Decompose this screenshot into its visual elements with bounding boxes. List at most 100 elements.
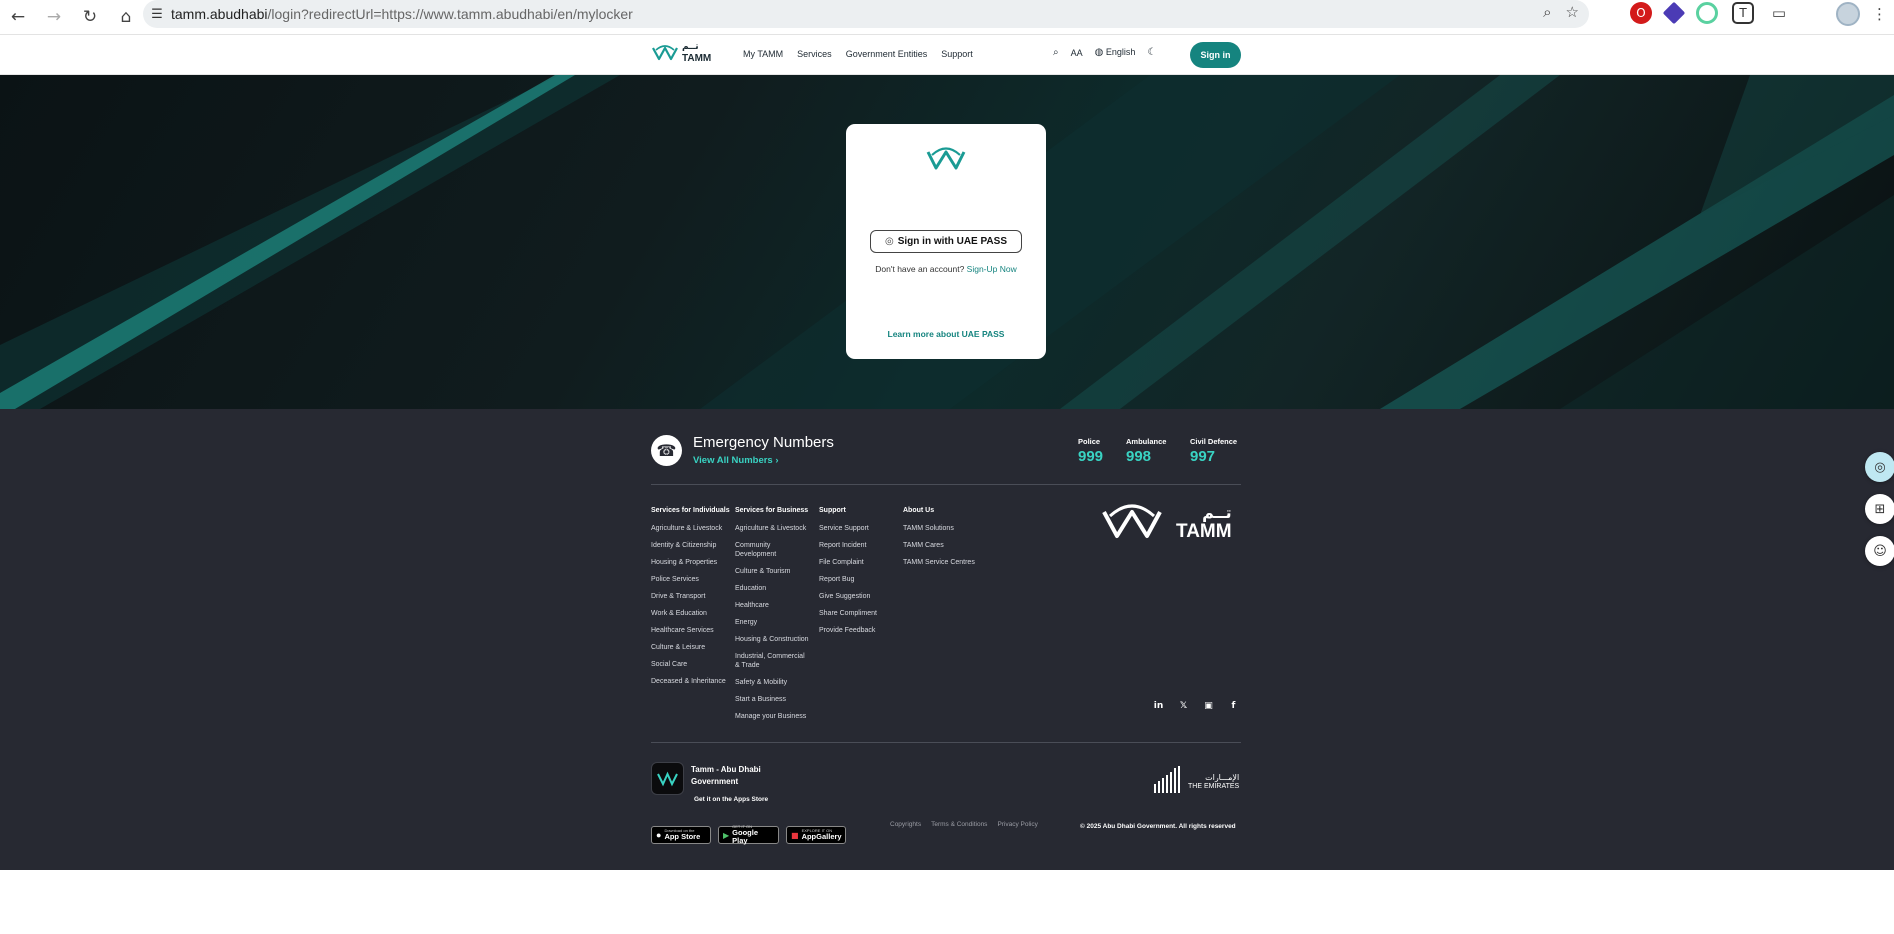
footer-col-individuals: Services for Individuals Agriculture & L… bbox=[651, 507, 731, 694]
app-store-badge[interactable]: ● Download on the App Store bbox=[651, 826, 711, 844]
footer-link[interactable]: Energy bbox=[735, 618, 810, 627]
footer-link[interactable]: Culture & Tourism bbox=[735, 567, 810, 576]
extension-t-icon[interactable]: T bbox=[1732, 2, 1754, 24]
footer-logo-word: TAMM bbox=[1176, 521, 1232, 542]
tamm-logo-icon[interactable] bbox=[651, 44, 679, 62]
footer-link[interactable]: Share Compliment bbox=[819, 609, 899, 618]
store-badges: ● Download on the App Store ▶ GET IT ON Go… bbox=[651, 825, 846, 845]
x-twitter-icon[interactable]: 𝕏 bbox=[1177, 699, 1190, 712]
text-size-toggle[interactable]: AA bbox=[1071, 48, 1083, 58]
terms-link[interactable]: Terms & Conditions bbox=[931, 821, 987, 828]
footer-link[interactable]: Safety & Mobility bbox=[735, 678, 810, 687]
footer-link[interactable]: Healthcare bbox=[735, 601, 810, 610]
footer-link[interactable]: TAMM Solutions bbox=[903, 524, 993, 533]
home-icon[interactable]: ⌂ bbox=[108, 2, 144, 32]
back-icon[interactable]: ← bbox=[0, 2, 36, 32]
extensions-puzzle-icon[interactable]: ▭ bbox=[1768, 2, 1790, 24]
footer-link[interactable]: Education bbox=[735, 584, 810, 593]
footer-link[interactable]: Manage your Business bbox=[735, 712, 810, 721]
zoom-icon[interactable]: ⌕ bbox=[1543, 3, 1551, 21]
footer-divider bbox=[651, 484, 1241, 485]
footer-link[interactable]: Social Care bbox=[651, 660, 731, 669]
footer-link[interactable]: File Complaint bbox=[819, 558, 899, 567]
uae-pass-signin-button[interactable]: ◎ Sign in with UAE PASS bbox=[870, 230, 1022, 253]
footer-link[interactable]: TAMM Service Centres bbox=[903, 558, 993, 567]
language-label: English bbox=[1105, 47, 1136, 57]
apps-grid-icon[interactable]: ⊞ bbox=[1865, 494, 1894, 524]
emergency-label: Police bbox=[1078, 437, 1101, 446]
browser-toolbar: ← → ↻ ⌂ ☰ tamm.abudhabi/login?redirectUr… bbox=[0, 0, 1894, 35]
footer-link[interactable]: Housing & Properties bbox=[651, 558, 731, 567]
footer-link[interactable]: TAMM Cares bbox=[903, 541, 993, 550]
language-switch[interactable]: ◍ English bbox=[1095, 47, 1136, 58]
nav-government-entities[interactable]: Government Entities bbox=[846, 49, 928, 59]
no-account-text: Don't have an account? bbox=[875, 264, 965, 274]
the-emirates-text: الإمـــارات THE EMIRATES bbox=[1188, 773, 1239, 791]
hero-background: ◎ Sign in with UAE PASS Don't have an ac… bbox=[0, 75, 1894, 409]
browser-menu-icon[interactable]: ⋮ bbox=[1872, 5, 1887, 23]
footer-link[interactable]: Housing & Construction bbox=[735, 635, 810, 644]
footer-link[interactable]: Healthcare Services bbox=[651, 626, 731, 635]
facebook-icon[interactable]: f bbox=[1227, 699, 1240, 712]
site-settings-icon[interactable]: ☰ bbox=[143, 7, 171, 22]
sign-up-link[interactable]: Sign-Up Now bbox=[967, 264, 1017, 274]
nav-services[interactable]: Services bbox=[797, 49, 832, 59]
tamm-footer-logo-text: تــم TAMM bbox=[1176, 504, 1232, 542]
emergency-number: 998 bbox=[1126, 448, 1152, 465]
tamm-logo-text[interactable]: تــم TAMM bbox=[682, 42, 711, 64]
profile-avatar[interactable] bbox=[1836, 2, 1860, 26]
footer-link[interactable]: Provide Feedback bbox=[819, 626, 899, 635]
footer-link[interactable]: Start a Business bbox=[735, 695, 810, 704]
footer-link[interactable]: Deceased & Inheritance bbox=[651, 677, 731, 686]
footer-link[interactable]: Community Development bbox=[735, 541, 810, 559]
dark-mode-icon[interactable]: ☾ bbox=[1147, 47, 1156, 58]
app-gallery-badge[interactable]: ■ EXPLORE IT ON AppGallery bbox=[786, 826, 846, 844]
linkedin-icon[interactable]: in bbox=[1152, 699, 1165, 712]
footer-link[interactable]: Drive & Transport bbox=[651, 592, 731, 601]
extension-ring-icon[interactable] bbox=[1696, 2, 1718, 24]
footer-link[interactable]: Agriculture & Livestock bbox=[735, 524, 810, 533]
footer-link[interactable]: Service Support bbox=[819, 524, 899, 533]
emergency-police[interactable]: Police 999 bbox=[1078, 437, 1103, 465]
privacy-policy-link[interactable]: Privacy Policy bbox=[997, 821, 1037, 828]
feedback-smiley-icon[interactable]: ☺ bbox=[1865, 536, 1894, 566]
reload-icon[interactable]: ↻ bbox=[72, 2, 108, 32]
emirates-english: THE EMIRATES bbox=[1188, 783, 1240, 790]
footer-link[interactable]: Give Suggestion bbox=[819, 592, 899, 601]
footer-link[interactable]: Industrial, Commercial & Trade bbox=[735, 652, 810, 670]
forward-icon[interactable]: → bbox=[36, 2, 72, 32]
huawei-icon: ■ bbox=[791, 830, 799, 840]
instagram-icon[interactable]: ▣ bbox=[1202, 699, 1215, 712]
search-icon[interactable]: ⌕ bbox=[1053, 47, 1059, 58]
footer-link[interactable]: Report Bug bbox=[819, 575, 899, 584]
url-path: /login?redirectUrl=https://www.tamm.abud… bbox=[267, 6, 633, 22]
bookmark-star-icon[interactable]: ☆ bbox=[1566, 3, 1579, 21]
footer-link[interactable]: Culture & Leisure bbox=[651, 643, 731, 652]
footer-link[interactable]: Work & Education bbox=[651, 609, 731, 618]
url-text[interactable]: tamm.abudhabi/login?redirectUrl=https://… bbox=[171, 6, 633, 22]
footer-link[interactable]: Identity & Citizenship bbox=[651, 541, 731, 550]
opera-extension-icon[interactable]: O bbox=[1630, 2, 1652, 24]
learn-more-uae-pass-link[interactable]: Learn more about UAE PASS bbox=[846, 329, 1046, 339]
tamm-footer-logo-icon bbox=[1102, 504, 1162, 538]
view-all-numbers-link[interactable]: View All Numbers › bbox=[693, 455, 779, 466]
emergency-title: Emergency Numbers bbox=[693, 434, 834, 451]
footer-logo-arabic: تــم bbox=[1202, 503, 1232, 522]
copyrights-link[interactable]: Copyrights bbox=[890, 821, 921, 828]
nav-support[interactable]: Support bbox=[941, 49, 973, 59]
get-it-text: Get it on the Apps Store bbox=[694, 796, 769, 803]
emergency-civil-defence[interactable]: Civil Defence 997 bbox=[1190, 437, 1237, 465]
extension-diamond-icon[interactable] bbox=[1662, 1, 1686, 25]
footer-link[interactable]: Police Services bbox=[651, 575, 731, 584]
assistant-orb-icon[interactable]: ◎ bbox=[1865, 452, 1894, 482]
emergency-ambulance[interactable]: Ambulance 998 bbox=[1126, 437, 1166, 465]
globe-icon: ◍ bbox=[1094, 47, 1104, 58]
footer-link[interactable]: Agriculture & Livestock bbox=[651, 524, 731, 533]
address-bar[interactable]: ☰ tamm.abudhabi/login?redirectUrl=https:… bbox=[143, 0, 1589, 28]
sign-in-button[interactable]: Sign in bbox=[1190, 42, 1241, 68]
emergency-label: Ambulance bbox=[1126, 437, 1167, 446]
nav-my-tamm[interactable]: My TAMM bbox=[743, 49, 783, 59]
footer-col-heading: Services for Individuals bbox=[651, 507, 730, 514]
google-play-badge[interactable]: ▶ GET IT ON Google Play bbox=[718, 825, 779, 845]
footer-link[interactable]: Report Incident bbox=[819, 541, 899, 550]
